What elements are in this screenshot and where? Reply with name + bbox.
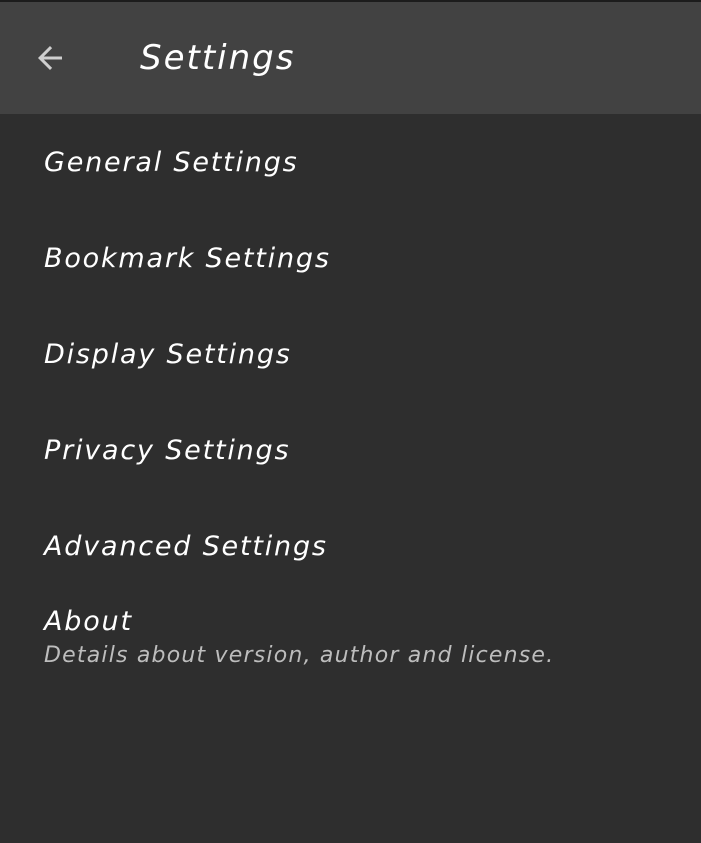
back-button[interactable]: [30, 38, 70, 78]
page-title: Settings: [140, 38, 296, 78]
settings-item-label: Display Settings: [44, 338, 292, 370]
settings-list: General Settings Bookmark Settings Displ…: [0, 114, 701, 714]
settings-item-about[interactable]: About Details about version, author and …: [0, 594, 701, 714]
settings-screen: Settings General Settings Bookmark Setti…: [0, 0, 701, 843]
settings-item-summary: Details about version, author and licens…: [44, 643, 555, 668]
arrow-left-icon: [38, 46, 62, 70]
settings-item-bookmark[interactable]: Bookmark Settings: [0, 210, 701, 306]
settings-item-label: General Settings: [44, 146, 299, 178]
toolbar: Settings: [0, 2, 701, 114]
settings-item-label: Bookmark Settings: [44, 242, 331, 274]
settings-item-label: Privacy Settings: [44, 434, 291, 466]
settings-item-advanced[interactable]: Advanced Settings: [0, 498, 701, 594]
settings-item-label: Advanced Settings: [44, 530, 328, 562]
settings-item-display[interactable]: Display Settings: [0, 306, 701, 402]
settings-item-privacy[interactable]: Privacy Settings: [0, 402, 701, 498]
settings-item-label: About: [44, 606, 133, 637]
settings-item-general[interactable]: General Settings: [0, 114, 701, 210]
